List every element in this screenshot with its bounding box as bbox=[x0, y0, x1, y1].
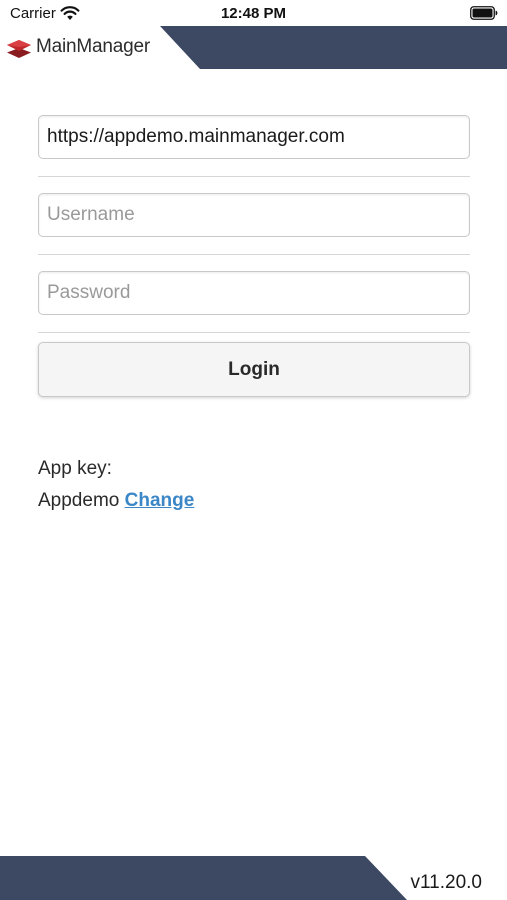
app-key-value: Appdemo bbox=[38, 490, 120, 511]
battery-icon bbox=[470, 6, 498, 20]
version-label: v11.20.0 bbox=[410, 872, 482, 893]
app-key-row: Appdemo Change bbox=[38, 490, 194, 512]
change-app-key-link[interactable]: Change bbox=[125, 490, 195, 511]
mainmanager-logo-icon bbox=[7, 40, 31, 58]
app-footer: v11.20.0 bbox=[0, 856, 507, 900]
field-divider bbox=[38, 332, 470, 333]
field-divider bbox=[38, 176, 470, 177]
server-url-input[interactable] bbox=[38, 115, 470, 159]
app-key-label: App key: bbox=[38, 458, 112, 479]
field-divider bbox=[38, 254, 470, 255]
login-button[interactable]: Login bbox=[38, 342, 470, 397]
password-input[interactable] bbox=[38, 271, 470, 315]
status-bar: Carrier 12:48 PM bbox=[0, 0, 507, 26]
status-time: 12:48 PM bbox=[220, 5, 287, 22]
logo-text: MainManager bbox=[36, 36, 150, 57]
username-input[interactable] bbox=[38, 193, 470, 237]
app-header: MainManager bbox=[0, 26, 507, 69]
